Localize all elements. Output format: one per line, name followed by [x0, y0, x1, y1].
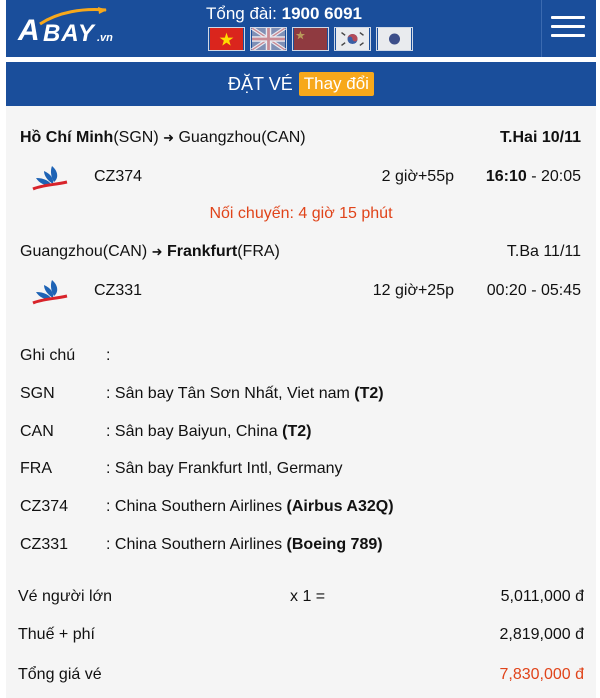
vietnam-flag-icon[interactable]	[208, 27, 245, 51]
change-button[interactable]: Thay đổi	[298, 72, 374, 96]
logo-a: A	[18, 14, 40, 47]
hamburger-menu-icon[interactable]	[551, 16, 585, 42]
note-extra: (Airbus A32Q)	[286, 498, 394, 515]
segment-1-to-city: Guangzhou	[178, 129, 262, 146]
uk-flag-icon[interactable]	[250, 27, 287, 51]
booking-summary: Hồ Chí Minh(SGN) ➜ Guangzhou(CAN) T.Hai …	[6, 106, 596, 698]
segment-1-times: 16:10 - 20:05	[486, 168, 581, 186]
segment-2-depart: 00:20	[486, 282, 527, 299]
segment-2-date: T.Ba 11/11	[506, 243, 581, 260]
abay-logo[interactable]: A BAY .vn	[18, 7, 118, 47]
adult-fare-label: Vé người lớn	[18, 588, 112, 605]
arrow-right-icon: ➜	[163, 130, 174, 145]
transfer-time: Nối chuyến: 4 giờ 15 phút	[209, 205, 393, 222]
segment-1-route: Hồ Chí Minh(SGN) ➜ Guangzhou(CAN)	[20, 129, 306, 147]
total-price-label: Tổng giá vé	[18, 666, 102, 683]
china-southern-logo-icon	[32, 166, 68, 191]
segment-2-duration: 12 giờ+25p	[372, 282, 454, 299]
note-key: SGN	[20, 385, 55, 402]
note-value: : Sân bay Frankfurt Intl, Germany	[106, 460, 343, 478]
segment-2-from-city: Guangzhou	[20, 243, 103, 260]
note-extra: (T2)	[354, 385, 384, 402]
note-key: CAN	[20, 423, 54, 440]
korea-flag-icon[interactable]	[334, 27, 371, 51]
notes-heading: Ghi chú	[20, 347, 76, 364]
adult-fare-quantity: x 1 =	[290, 588, 326, 605]
note-key: FRA	[20, 460, 52, 477]
segment-2-to-city: Frankfurt	[166, 243, 238, 260]
hotline-number[interactable]: 1900 6091	[282, 4, 362, 23]
segment-1-from-code: (SGN)	[113, 129, 159, 146]
segment-2-from-code: (CAN)	[102, 243, 148, 260]
tax-fee-value: 2,819,000 đ	[499, 626, 584, 643]
segment-2-to-code: (FRA)	[237, 243, 280, 260]
note-text: : China Southern Airlines	[106, 536, 287, 553]
segment-1-date: T.Hai 10/11	[500, 129, 581, 146]
note-value: : Sân bay Tân Sơn Nhất, Viet nam (T2)	[106, 385, 384, 403]
note-text: : Sân bay Baiyun, China	[106, 423, 283, 440]
note-key: CZ374	[20, 498, 69, 515]
booking-title: ĐẶT VÉ	[228, 73, 293, 94]
notes-heading-colon: :	[106, 347, 111, 364]
hotline: Tổng đài: 1900 6091	[206, 4, 362, 24]
note-value: : China Southern Airlines (Airbus A32Q)	[106, 498, 394, 516]
note-extra: (Boeing 789)	[286, 536, 383, 553]
language-flags	[208, 27, 413, 51]
note-value: : China Southern Airlines (Boeing 789)	[106, 536, 383, 554]
note-extra: (T2)	[282, 423, 312, 440]
note-text: : China Southern Airlines	[106, 498, 287, 515]
note-text: : Sân bay Frankfurt Intl, Germany	[106, 460, 343, 477]
segment-2-arrive: - 05:45	[531, 282, 581, 299]
logo-domain: .vn	[97, 32, 113, 44]
segment-1-arrive: - 20:05	[531, 168, 581, 185]
note-text: : Sân bay Tân Sơn Nhất, Viet nam	[106, 385, 355, 402]
segment-2-route: Guangzhou(CAN) ➜ Frankfurt(FRA)	[20, 243, 280, 261]
hotline-label: Tổng đài:	[206, 4, 277, 23]
china-southern-logo-icon	[32, 280, 68, 305]
logo-text: BAY	[43, 20, 95, 47]
segment-1-duration: 2 giờ+55p	[381, 168, 454, 185]
segment-1-to-code: (CAN)	[261, 129, 306, 146]
segment-2-flight-number: CZ331	[94, 282, 143, 299]
china-flag-icon[interactable]	[292, 27, 329, 51]
japan-flag-icon[interactable]	[376, 27, 413, 51]
segment-1-flight-number: CZ374	[94, 168, 143, 185]
booking-bar: ĐẶT VÉ Thay đổi	[6, 62, 596, 106]
note-key: CZ331	[20, 536, 69, 553]
segment-2-times: 00:20 - 05:45	[487, 282, 581, 300]
tax-fee-label: Thuế + phí	[18, 626, 95, 643]
total-price-value: 7,830,000 đ	[499, 666, 584, 683]
note-value: : Sân bay Baiyun, China (T2)	[106, 423, 311, 441]
menu-divider	[541, 0, 542, 57]
segment-1-from-city: Hồ Chí Minh	[20, 129, 114, 146]
segment-1-depart: 16:10	[485, 168, 527, 185]
adult-fare-value: 5,011,000 đ	[500, 588, 584, 605]
arrow-right-icon: ➜	[151, 244, 163, 259]
top-header: A BAY .vn Tổng đài: 1900 6091	[6, 0, 596, 57]
